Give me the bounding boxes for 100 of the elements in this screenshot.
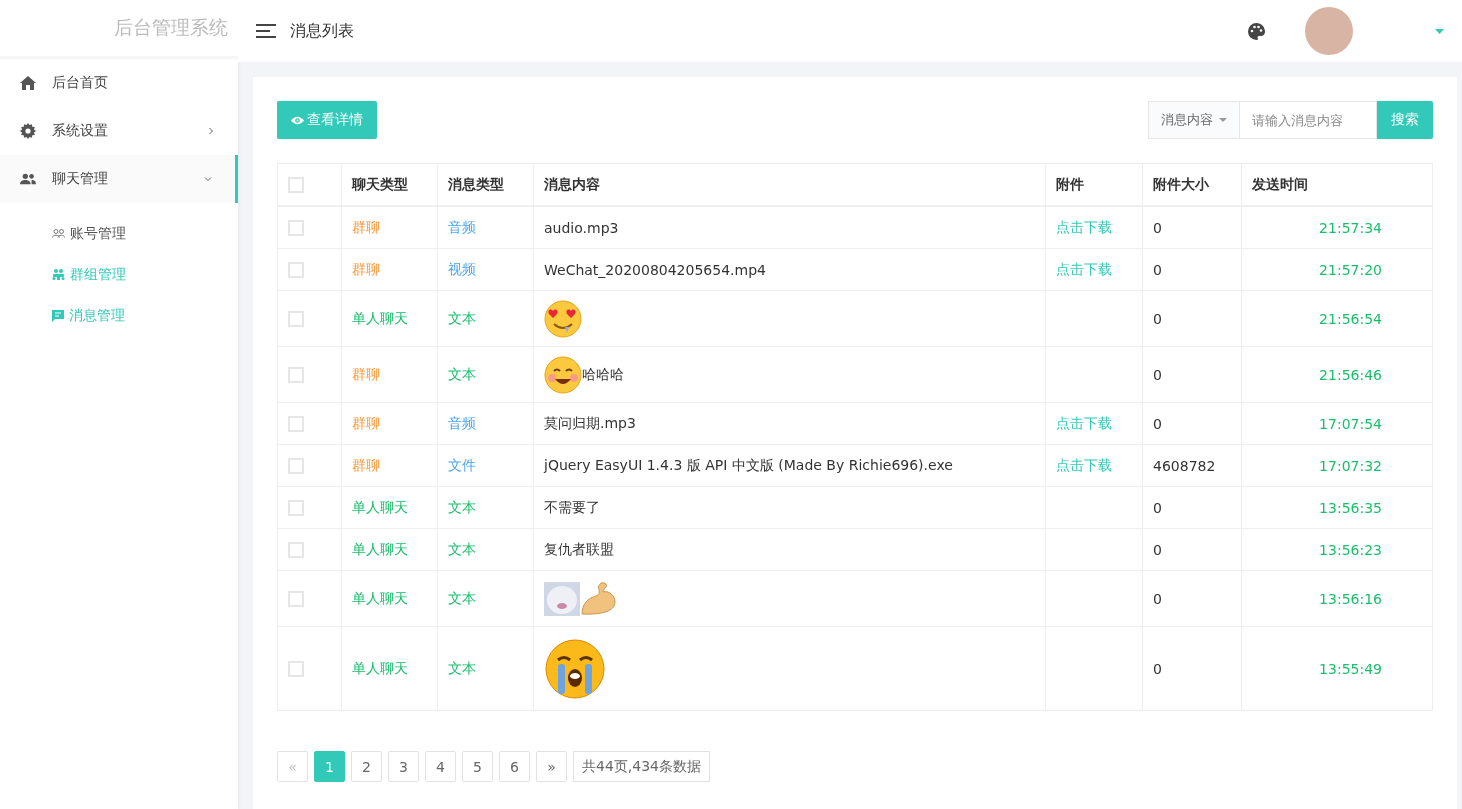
table-cell: 单人聊天 bbox=[341, 626, 438, 711]
table-cell: 0 bbox=[1142, 206, 1242, 249]
checkbox[interactable] bbox=[288, 590, 304, 607]
menu-icon[interactable] bbox=[256, 24, 276, 38]
table-cell: 文件 bbox=[437, 444, 534, 487]
table-cell: 群聊 bbox=[341, 248, 438, 291]
table-cell: 0 bbox=[1142, 402, 1242, 445]
table-cell: 群聊 bbox=[341, 402, 438, 445]
table-cell: 21:56:46 bbox=[1241, 346, 1433, 403]
column-header: 消息类型 bbox=[437, 163, 534, 206]
table-cell: 群聊 bbox=[341, 444, 438, 487]
message-text: 哈哈哈 bbox=[582, 365, 624, 384]
avatar-photo-placeholder[interactable] bbox=[1305, 7, 1353, 55]
checkbox[interactable] bbox=[288, 261, 304, 278]
message-text: 不需要了 bbox=[544, 498, 600, 517]
table-cell: 视频 bbox=[437, 248, 534, 291]
table-cell: 单人聊天 bbox=[341, 290, 438, 347]
table-cell: 21:56:54 bbox=[1241, 290, 1433, 347]
message-text: WeChat_20200804205654.mp4 bbox=[544, 261, 766, 278]
table-cell: 音频 bbox=[437, 206, 534, 249]
column-header: 附件大小 bbox=[1142, 163, 1242, 206]
page-summary: 共44页,434条数据 bbox=[573, 751, 710, 782]
table-cell: 文本 bbox=[437, 290, 534, 347]
table-cell: 13:56:23 bbox=[1241, 528, 1433, 571]
table-cell: 文本 bbox=[437, 346, 534, 403]
message-text: 复仇者联盟 bbox=[544, 540, 614, 559]
caret-down-icon bbox=[1219, 118, 1227, 122]
page-button[interactable]: 6 bbox=[499, 751, 530, 782]
checkbox[interactable] bbox=[288, 541, 304, 558]
table-cell: 17:07:54 bbox=[1241, 402, 1433, 445]
eye-icon bbox=[291, 115, 304, 125]
smiling-emoji bbox=[544, 355, 582, 394]
caret-down-icon[interactable] bbox=[1435, 28, 1444, 34]
checkbox[interactable] bbox=[288, 366, 304, 383]
table-cell: 0 bbox=[1142, 570, 1242, 627]
column-header: 发送时间 bbox=[1241, 163, 1433, 206]
table-cell: 21:57:20 bbox=[1241, 248, 1433, 291]
table-cell: 群聊 bbox=[341, 346, 438, 403]
menu-item[interactable]: 系统设置 bbox=[0, 107, 238, 155]
checkbox[interactable] bbox=[288, 176, 304, 193]
people-icon bbox=[20, 173, 36, 185]
table-cell: 13:56:16 bbox=[1241, 570, 1433, 627]
table-cell: 单人聊天 bbox=[341, 528, 438, 571]
submenu-label: 群组管理 bbox=[70, 265, 126, 284]
column-header: 附件 bbox=[1045, 163, 1143, 206]
checkbox[interactable] bbox=[288, 660, 304, 677]
search-field-select[interactable]: 消息内容 bbox=[1148, 101, 1240, 139]
people-icon bbox=[52, 229, 65, 238]
crying-emoji bbox=[544, 637, 606, 700]
column-header: 聊天类型 bbox=[341, 163, 438, 206]
submenu-label: 账号管理 bbox=[70, 224, 126, 243]
checkbox[interactable] bbox=[288, 219, 304, 236]
table-cell: 0 bbox=[1142, 626, 1242, 711]
table-cell: 单人聊天 bbox=[341, 486, 438, 529]
column-header: 消息内容 bbox=[533, 163, 1046, 206]
menu-item[interactable]: 后台首页 bbox=[0, 59, 238, 107]
table-cell: 0 bbox=[1142, 528, 1242, 571]
table-cell: 0 bbox=[1142, 290, 1242, 347]
table-cell: 4608782 bbox=[1142, 444, 1242, 487]
table-cell: 21:57:34 bbox=[1241, 206, 1433, 249]
checkbox[interactable] bbox=[288, 499, 304, 516]
table-cell: 音频 bbox=[437, 402, 534, 445]
palette-icon[interactable] bbox=[1248, 22, 1265, 40]
menu-label: 系统设置 bbox=[52, 122, 109, 140]
table-cell: 文本 bbox=[437, 486, 534, 529]
search-field[interactable]: 请输入消息内容 bbox=[1240, 101, 1377, 139]
next-page-button[interactable]: » bbox=[536, 751, 567, 782]
message-text: jQuery EasyUI 1.4.3 版 API 中文版 (Made By Richie696).exe bbox=[544, 456, 953, 475]
group-icon bbox=[52, 269, 65, 280]
table-cell: 0 bbox=[1142, 248, 1242, 291]
page-button[interactable]: 3 bbox=[388, 751, 419, 782]
page-title: 消息列表 bbox=[290, 20, 355, 42]
menu-label: 后台首页 bbox=[52, 74, 109, 92]
table-cell: 单人聊天 bbox=[341, 570, 438, 627]
chat-icon bbox=[52, 309, 64, 322]
checkbox[interactable] bbox=[288, 457, 304, 474]
heart-eyes-emoji bbox=[544, 299, 582, 338]
page-button[interactable]: 5 bbox=[462, 751, 493, 782]
sticker-photo bbox=[544, 581, 580, 616]
settings-icon bbox=[20, 123, 36, 139]
table-cell: 文本 bbox=[437, 528, 534, 571]
checkbox[interactable] bbox=[288, 415, 304, 432]
flexed-arm-emoji bbox=[580, 581, 616, 616]
submenu-label: 消息管理 bbox=[69, 306, 125, 325]
page-button[interactable]: 2 bbox=[351, 751, 382, 782]
table-cell: 文本 bbox=[437, 570, 534, 627]
checkbox[interactable] bbox=[288, 310, 304, 327]
table-cell: 13:56:35 bbox=[1241, 486, 1433, 529]
menu-item[interactable]: 聊天管理 bbox=[0, 155, 238, 203]
menu-label: 聊天管理 bbox=[52, 170, 109, 188]
table-cell: 文本 bbox=[437, 626, 534, 711]
table-cell: 13:55:49 bbox=[1241, 626, 1433, 711]
table-cell: 17:07:32 bbox=[1241, 444, 1433, 487]
table-cell: 群聊 bbox=[341, 206, 438, 249]
message-text: 莫问归期.mp3 bbox=[544, 414, 636, 433]
page-button[interactable]: 4 bbox=[425, 751, 456, 782]
submenu-item[interactable]: 账号管理 bbox=[0, 213, 238, 254]
table-cell: 0 bbox=[1142, 486, 1242, 529]
home-icon bbox=[20, 76, 36, 90]
message-text: audio.mp3 bbox=[544, 219, 619, 236]
